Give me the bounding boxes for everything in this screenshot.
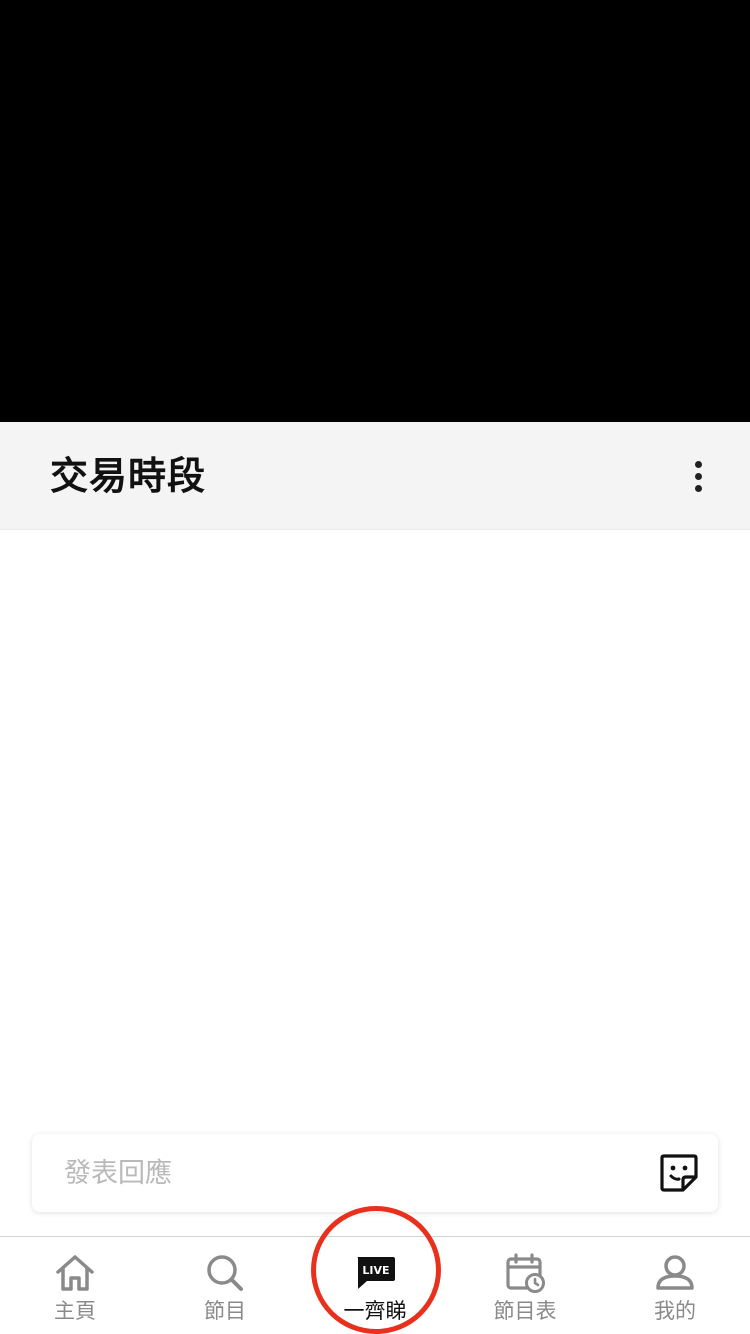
sticker-button[interactable]: [658, 1152, 700, 1194]
tab-label: 我的: [654, 1299, 696, 1323]
tab-watch-together[interactable]: LIVE 一齊睇: [300, 1237, 450, 1334]
profile-icon: [653, 1251, 697, 1295]
comment-bar: [32, 1134, 718, 1212]
tab-home[interactable]: 主頁: [0, 1237, 150, 1334]
page-title: 交易時段: [50, 454, 207, 498]
tab-label: 主頁: [54, 1299, 96, 1323]
home-icon: [53, 1251, 97, 1295]
video-player[interactable]: [0, 0, 750, 422]
live-room-screen: 交易時段 主頁: [0, 0, 750, 1334]
search-icon: [203, 1251, 247, 1295]
tab-profile[interactable]: 我的: [600, 1237, 750, 1334]
more-options-button[interactable]: [676, 452, 720, 500]
more-dot-icon: [694, 472, 702, 480]
live-badge: LIVE: [362, 1264, 389, 1277]
chat-area: [0, 530, 750, 1130]
tab-programs[interactable]: 節目: [150, 1237, 300, 1334]
live-chat-icon: LIVE: [353, 1251, 397, 1295]
more-dot-icon: [694, 484, 702, 492]
more-dot-icon: [694, 460, 702, 468]
program-title-bar: 交易時段: [0, 422, 750, 530]
comment-input[interactable]: [64, 1148, 624, 1198]
tab-label: 一齊睇: [343, 1299, 407, 1323]
tab-label: 節目表: [493, 1299, 557, 1323]
tab-schedule[interactable]: 節目表: [450, 1237, 600, 1334]
calendar-clock-icon: [503, 1251, 547, 1295]
sticker-icon: [660, 1154, 698, 1192]
bottom-tab-bar: 主頁 節目 LIVE 一齊睇 節目表 我的: [0, 1236, 750, 1334]
tab-label: 節目: [204, 1299, 246, 1323]
